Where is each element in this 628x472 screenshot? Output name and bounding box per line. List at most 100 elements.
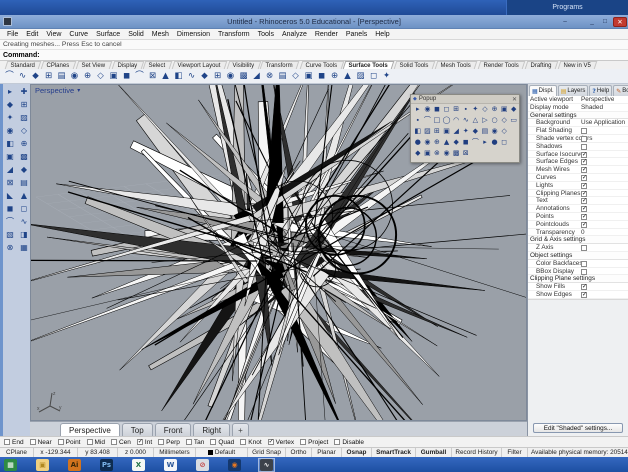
osnap-checkbox-point[interactable] — [58, 439, 64, 445]
osnap-vertex[interactable]: ✓Vertex — [268, 439, 294, 446]
checkbox-pointclouds[interactable]: ✓ — [581, 222, 587, 228]
popup-icon-2-6[interactable]: ◆ — [471, 126, 481, 137]
toolbar-icon-28[interactable]: ◻ — [367, 70, 380, 83]
toolbar-tab-display[interactable]: Display — [111, 61, 143, 69]
popup-icon-3-7[interactable]: ▸ — [480, 137, 490, 148]
toolbar-icon-26[interactable]: ▲ — [341, 70, 354, 83]
sidebar-tool-icon-2[interactable]: ◆ — [4, 100, 16, 110]
sidebar-tool-icon-21[interactable]: ∿ — [18, 217, 30, 227]
popup-icon-0-10[interactable]: ◆ — [509, 104, 519, 115]
popup-icon-0-5[interactable]: ∙ — [461, 104, 471, 115]
osnap-cen[interactable]: Cen — [111, 439, 131, 446]
popup-icon-0-6[interactable]: ✦ — [471, 104, 481, 115]
popup-icon-3-3[interactable]: ▲ — [442, 137, 452, 148]
checkbox-points[interactable]: ✓ — [581, 214, 587, 220]
toolbar-icon-5[interactable]: ◉ — [68, 70, 81, 83]
checkbox-shade-vertex-colors[interactable] — [581, 136, 587, 142]
sidebar-tool-icon-7[interactable]: ◇ — [18, 126, 30, 136]
taskbar-illustrator[interactable]: Ai — [68, 459, 81, 471]
status-filter[interactable]: Filter — [502, 448, 528, 457]
toolbar-icon-20[interactable]: ⊗ — [263, 70, 276, 83]
viewport-tab-perspective[interactable]: Perspective — [60, 423, 120, 436]
popup-icon-2-0[interactable]: ◧ — [413, 126, 423, 137]
status-millimeters[interactable]: Millimeters — [154, 448, 196, 457]
osnap-checkbox-cen[interactable] — [111, 439, 117, 445]
checkbox-surface-edges[interactable]: ✓ — [581, 159, 587, 165]
sidebar-tool-icon-3[interactable]: ⊞ — [18, 100, 30, 110]
toolbar-icon-12[interactable]: ▲ — [159, 70, 172, 83]
checkbox-curves[interactable]: ✓ — [581, 175, 587, 181]
toolbar-tab-viewport-layout[interactable]: Viewport Layout — [172, 61, 228, 69]
sidebar-tool-icon-6[interactable]: ◉ — [4, 126, 16, 136]
toolbar-tab-transform[interactable]: Transform — [260, 61, 300, 69]
menu-analyze[interactable]: Analyze — [278, 31, 311, 38]
status-x[interactable]: x -129.344 — [34, 448, 78, 457]
toolbar-tab-curve-tools[interactable]: Curve Tools — [299, 61, 343, 69]
toolbar-icon-24[interactable]: ◼ — [315, 70, 328, 83]
status-cplane[interactable]: CPlane — [0, 448, 34, 457]
osnap-disable[interactable]: Disable — [334, 439, 364, 446]
status-default[interactable]: Default — [196, 448, 248, 457]
osnap-checkbox-perp[interactable] — [158, 439, 164, 445]
popup-icon-1-5[interactable]: ∿ — [461, 115, 471, 126]
popup-icon-0-3[interactable]: ◻ — [442, 104, 452, 115]
checkbox-flat-shading[interactable] — [581, 128, 587, 134]
checkbox-annotations[interactable]: ✓ — [581, 206, 587, 212]
popup-icon-0-1[interactable]: ◉ — [423, 104, 433, 115]
popup-toolbar[interactable]: ◆ Popup ✕ ▸◉◼◻⊞∙✦◇⊕▣◆∙⌒□◯◠∿△▷○◇▭◧▨⊞▣◢✦◆▤… — [410, 94, 520, 163]
popup-icon-4-0[interactable]: ◆ — [413, 148, 423, 159]
menu-dimension[interactable]: Dimension — [173, 31, 214, 38]
osnap-checkbox-project[interactable] — [300, 439, 306, 445]
toolbar-icon-14[interactable]: ∿ — [185, 70, 198, 83]
taskbar-file-explorer[interactable]: ▣ — [36, 459, 49, 471]
popup-icon-2-2[interactable]: ⊞ — [432, 126, 442, 137]
mdi-minimize-button[interactable]: – — [560, 17, 570, 27]
checkbox-bbox-display[interactable] — [581, 269, 587, 275]
osnap-checkbox-vertex[interactable]: ✓ — [268, 439, 274, 445]
sidebar-tool-icon-1[interactable]: ✚ — [18, 87, 30, 97]
toolbar-icon-9[interactable]: ◼ — [120, 70, 133, 83]
menu-mesh[interactable]: Mesh — [148, 31, 173, 38]
toolbar-icon-0[interactable]: ⌒ — [3, 70, 16, 83]
checkbox-text[interactable]: ✓ — [581, 198, 587, 204]
sidebar-tool-icon-12[interactable]: ◢ — [4, 165, 16, 175]
osnap-checkbox-mid[interactable] — [87, 439, 93, 445]
toolbar-tab-surface-tools[interactable]: Surface Tools — [343, 61, 395, 69]
menu-view[interactable]: View — [42, 31, 65, 38]
taskbar-rhinoceros[interactable]: ∿ — [258, 458, 275, 472]
osnap-project[interactable]: Project — [300, 439, 328, 446]
toolbar-icon-13[interactable]: ◧ — [172, 70, 185, 83]
popup-icon-1-4[interactable]: ◠ — [451, 115, 461, 126]
minimize-button[interactable]: _ — [587, 17, 597, 27]
toolbar-icon-23[interactable]: ▣ — [302, 70, 315, 83]
panel-tab-help[interactable]: ?Help — [589, 85, 612, 96]
taskbar-media-app[interactable]: ⊘ — [196, 459, 209, 471]
popup-icon-0-2[interactable]: ◼ — [432, 104, 442, 115]
toolbar-tab-select[interactable]: Select — [143, 61, 172, 69]
osnap-checkbox-tan[interactable] — [186, 439, 192, 445]
popup-icon-3-8[interactable]: ● — [490, 137, 500, 148]
popup-icon-0-4[interactable]: ⊞ — [451, 104, 461, 115]
status-y[interactable]: y 83.408 — [78, 448, 118, 457]
add-viewport-tab[interactable]: + — [232, 423, 249, 436]
toolbar-icon-15[interactable]: ◆ — [198, 70, 211, 83]
osnap-tan[interactable]: Tan — [186, 439, 204, 446]
osnap-checkbox-disable[interactable] — [334, 439, 340, 445]
toolbar-tab-solid-tools[interactable]: Solid Tools — [394, 61, 436, 69]
toolbar-tab-drafting[interactable]: Drafting — [525, 61, 559, 69]
popup-icon-1-0[interactable]: ∙ — [413, 115, 423, 126]
menu-transform[interactable]: Transform — [214, 31, 254, 38]
toolbar-icon-4[interactable]: ▤ — [55, 70, 68, 83]
close-button[interactable]: ✕ — [613, 17, 627, 27]
checkbox-z-axis[interactable] — [581, 245, 587, 251]
toolbar-icon-1[interactable]: ∿ — [16, 70, 29, 83]
osnap-mid[interactable]: Mid — [87, 439, 105, 446]
osnap-checkbox-end[interactable] — [4, 439, 10, 445]
popup-toolbar-titlebar[interactable]: ◆ Popup ✕ — [411, 95, 519, 104]
sidebar-tool-icon-24[interactable]: ⊗ — [4, 243, 16, 253]
taskbar-word[interactable]: W — [164, 459, 177, 471]
popup-icon-4-3[interactable]: ◉ — [442, 148, 452, 159]
menu-solid[interactable]: Solid — [124, 31, 148, 38]
sidebar-tool-icon-14[interactable]: ⊠ — [4, 178, 16, 188]
popup-icon-1-9[interactable]: ◇ — [499, 115, 509, 126]
